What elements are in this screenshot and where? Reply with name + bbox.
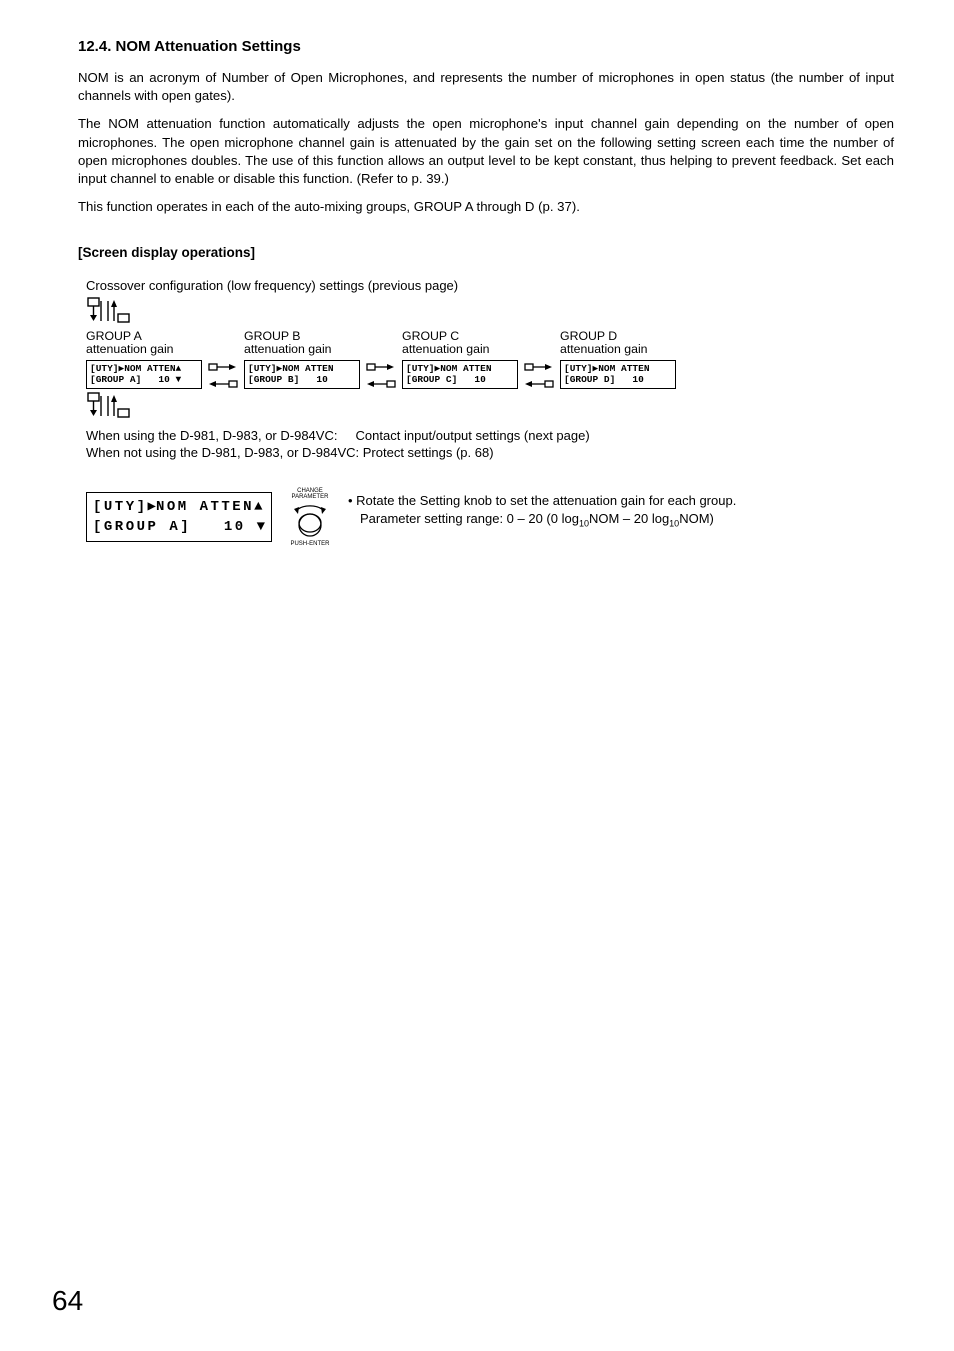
- after-flow-notes: When using the D-981, D-983, or D-984VC:…: [86, 427, 894, 462]
- knob-label-parameter: PARAMETER: [292, 494, 329, 500]
- group-a-lcd: [UTY]▶NOM ATTEN▲ [GROUP A] 10 ▼: [86, 360, 202, 390]
- bullet-instruction: • Rotate the Setting knob to set the att…: [348, 492, 894, 530]
- setting-knob[interactable]: CHANGE PARAMETER PUSH-ENTER: [290, 488, 330, 547]
- group-c-sub: attenuation gain: [402, 342, 490, 356]
- group-a-sub: attenuation gain: [86, 342, 174, 356]
- paragraph-3: This function operates in each of the au…: [78, 198, 894, 216]
- after-flow-2: When not using the D-981, D-983, or D-98…: [86, 445, 494, 460]
- after-flow-1a: When using the D-981, D-983, or D-984VC:: [86, 428, 337, 443]
- group-c-block: GROUP C attenuation gain [UTY]▶NOM ATTEN…: [402, 330, 518, 390]
- knob-label-push-enter: PUSH-ENTER: [290, 541, 329, 547]
- group-a-block: GROUP A attenuation gain [UTY]▶NOM ATTEN…: [86, 330, 202, 390]
- param-range-mid: NOM – 20 log: [589, 511, 669, 526]
- after-flow-1b: Contact input/output settings (next page…: [356, 428, 590, 443]
- crossover-note: Crossover configuration (low frequency) …: [86, 278, 894, 293]
- group-b-sub: attenuation gain: [244, 342, 332, 356]
- nav-arrows-icon: [86, 392, 134, 423]
- flow-arrow-icon: [366, 362, 396, 392]
- page-number: 64: [52, 1285, 83, 1317]
- group-c-title: GROUP C: [402, 329, 459, 343]
- group-b-title: GROUP B: [244, 329, 301, 343]
- section-title-text: NOM Attenuation Settings: [116, 38, 301, 55]
- nav-arrows-icon: [86, 297, 134, 328]
- group-c-lcd: [UTY]▶NOM ATTEN [GROUP C] 10: [402, 360, 518, 390]
- paragraph-1: NOM is an acronym of Number of Open Micr…: [78, 69, 894, 105]
- group-b-block: GROUP B attenuation gain [UTY]▶NOM ATTEN…: [244, 330, 360, 390]
- group-b-lcd: [UTY]▶NOM ATTEN [GROUP B] 10: [244, 360, 360, 390]
- flow-arrow-icon: [524, 362, 554, 392]
- param-range-post: NOM): [679, 511, 714, 526]
- group-d-title: GROUP D: [560, 329, 617, 343]
- paragraph-2: The NOM attenuation function automatical…: [78, 115, 894, 188]
- group-d-lcd: [UTY]▶NOM ATTEN [GROUP D] 10: [560, 360, 676, 390]
- group-flowchart: GROUP A attenuation gain [UTY]▶NOM ATTEN…: [86, 330, 894, 392]
- section-heading: 12.4. NOM Attenuation Settings: [78, 38, 894, 55]
- bullet-text: Rotate the Setting knob to set the atten…: [356, 493, 736, 508]
- param-range-pre: Parameter setting range: 0 – 20 (0 log: [360, 511, 579, 526]
- knob-label-change: CHANGE: [297, 488, 323, 494]
- knob-icon: [290, 501, 330, 539]
- group-a-title: GROUP A: [86, 329, 142, 343]
- section-number: 12.4.: [78, 38, 111, 55]
- screen-operations-heading: [Screen display operations]: [78, 245, 894, 260]
- group-d-block: GROUP D attenuation gain [UTY]▶NOM ATTEN…: [560, 330, 676, 390]
- flow-arrow-icon: [208, 362, 238, 392]
- group-d-sub: attenuation gain: [560, 342, 648, 356]
- main-lcd: [UTY]▶NOM ATTEN▲[GROUP A] 10 ▼: [86, 492, 272, 543]
